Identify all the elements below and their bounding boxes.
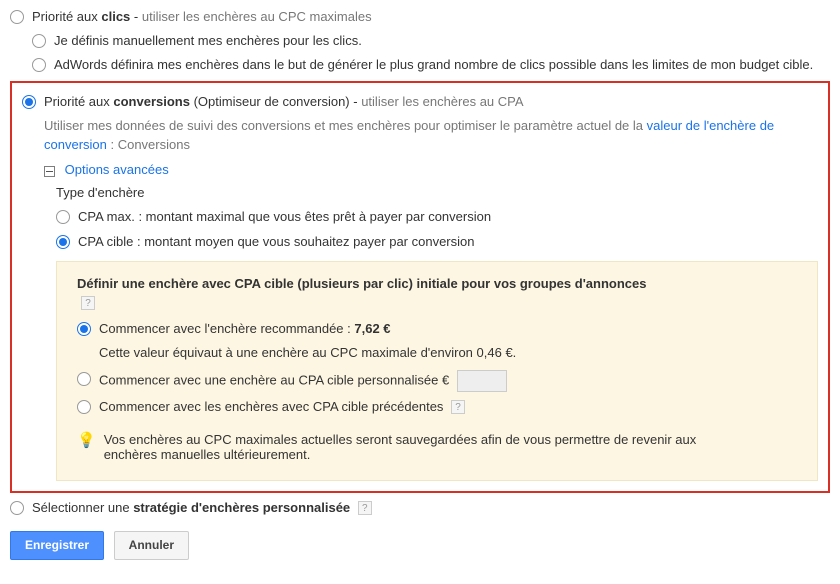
previous-bid-text: Commencer avec les enchères avec CPA cib… (99, 399, 443, 414)
clicks-auto-label: AdWords définira mes enchères dans le bu… (54, 56, 830, 74)
minus-square-icon[interactable] (44, 166, 55, 177)
option-clicks-manual-row[interactable]: Je définis manuellement mes enchères pou… (32, 32, 830, 50)
recommended-bid-label: Commencer avec l'enchère recommandée : 7… (99, 320, 797, 338)
panel-hint-text: Vos enchères au CPC maximales actuelles … (104, 432, 704, 462)
lightbulb-icon: 💡 (77, 431, 96, 449)
custom-bid-text: Commencer avec une enchère au CPA cible … (99, 372, 449, 387)
option-clicks-row[interactable]: Priorité aux clics - utiliser les enchèr… (10, 8, 830, 26)
radio-custom-strategy[interactable] (10, 501, 24, 515)
clicks-prefix: Priorité aux (32, 9, 101, 24)
panel-hint-row: 💡 Vos enchères au CPC maximales actuelle… (77, 432, 797, 462)
advanced-options-link[interactable]: Options avancées (65, 162, 169, 177)
clicks-manual-label: Je définis manuellement mes enchères pou… (54, 32, 830, 50)
radio-recommended-bid[interactable] (77, 322, 91, 336)
button-row: Enregistrer Annuler (10, 531, 830, 560)
custom-bid-row[interactable]: Commencer avec une enchère au CPA cible … (77, 370, 797, 392)
conv-prefix: Priorité aux (44, 94, 113, 109)
option-conversions-label: Priorité aux conversions (Optimiseur de … (44, 93, 818, 111)
previous-bid-row[interactable]: Commencer avec les enchères avec CPA cib… (77, 398, 797, 416)
option-clicks-auto-row[interactable]: AdWords définira mes enchères dans le bu… (32, 56, 830, 74)
radio-clicks[interactable] (10, 10, 24, 24)
custom-bid-label: Commencer avec une enchère au CPA cible … (99, 370, 797, 392)
option-conversions-row[interactable]: Priorité aux conversions (Optimiseur de … (22, 93, 818, 111)
cpa-max-row[interactable]: CPA max. : montant maximal que vous êtes… (56, 208, 818, 226)
custom-strategy-label: Sélectionner une stratégie d'enchères pe… (32, 499, 830, 517)
radio-custom-bid[interactable] (77, 372, 91, 386)
cpa-target-row[interactable]: CPA cible : montant moyen que vous souha… (56, 233, 818, 251)
radio-clicks-auto[interactable] (32, 58, 46, 72)
help-icon[interactable]: ? (451, 400, 465, 414)
rec-bid-value: 7,62 € (354, 321, 390, 336)
help-icon[interactable]: ? (81, 296, 95, 310)
radio-cpa-max[interactable] (56, 210, 70, 224)
advanced-options-row[interactable]: Options avancées (44, 162, 818, 177)
radio-previous-bid[interactable] (77, 400, 91, 414)
help-icon[interactable]: ? (358, 501, 372, 515)
conv-desc-post: : Conversions (107, 137, 190, 152)
radio-clicks-manual[interactable] (32, 34, 46, 48)
conv-hint: utiliser les enchères au CPA (361, 94, 523, 109)
panel-title: Définir une enchère avec CPA cible (plus… (77, 276, 797, 291)
radio-cpa-target[interactable] (56, 235, 70, 249)
clicks-bold: clics (101, 9, 130, 24)
cpa-target-panel: Définir une enchère avec CPA cible (plus… (56, 261, 818, 481)
bid-type-heading: Type d'enchère (56, 185, 818, 200)
recommended-bid-note: Cette valeur équivaut à une enchère au C… (99, 345, 797, 360)
conv-paren: (Optimiseur de conversion) - (190, 94, 361, 109)
custom-bid-input[interactable] (457, 370, 507, 392)
conversions-highlight-box: Priorité aux conversions (Optimiseur de … (10, 81, 830, 493)
radio-conversions[interactable] (22, 95, 36, 109)
previous-bid-label: Commencer avec les enchères avec CPA cib… (99, 398, 797, 416)
save-button[interactable]: Enregistrer (10, 531, 104, 560)
cpa-target-label: CPA cible : montant moyen que vous souha… (78, 233, 818, 251)
custom-strategy-prefix: Sélectionner une (32, 500, 133, 515)
cpa-max-label: CPA max. : montant maximal que vous êtes… (78, 208, 818, 226)
clicks-suffix: - (130, 9, 142, 24)
recommended-bid-row[interactable]: Commencer avec l'enchère recommandée : 7… (77, 320, 797, 338)
conversions-description: Utiliser mes données de suivi des conver… (44, 117, 818, 155)
option-clicks-label: Priorité aux clics - utiliser les enchèr… (32, 8, 830, 26)
conv-bold: conversions (113, 94, 190, 109)
cancel-button[interactable]: Annuler (114, 531, 189, 560)
custom-strategy-bold: stratégie d'enchères personnalisée (133, 500, 350, 515)
clicks-hint: utiliser les enchères au CPC maximales (142, 9, 372, 24)
conv-desc-pre: Utiliser mes données de suivi des conver… (44, 118, 647, 133)
rec-bid-pre: Commencer avec l'enchère recommandée : (99, 321, 354, 336)
option-custom-strategy-row[interactable]: Sélectionner une stratégie d'enchères pe… (10, 499, 830, 517)
